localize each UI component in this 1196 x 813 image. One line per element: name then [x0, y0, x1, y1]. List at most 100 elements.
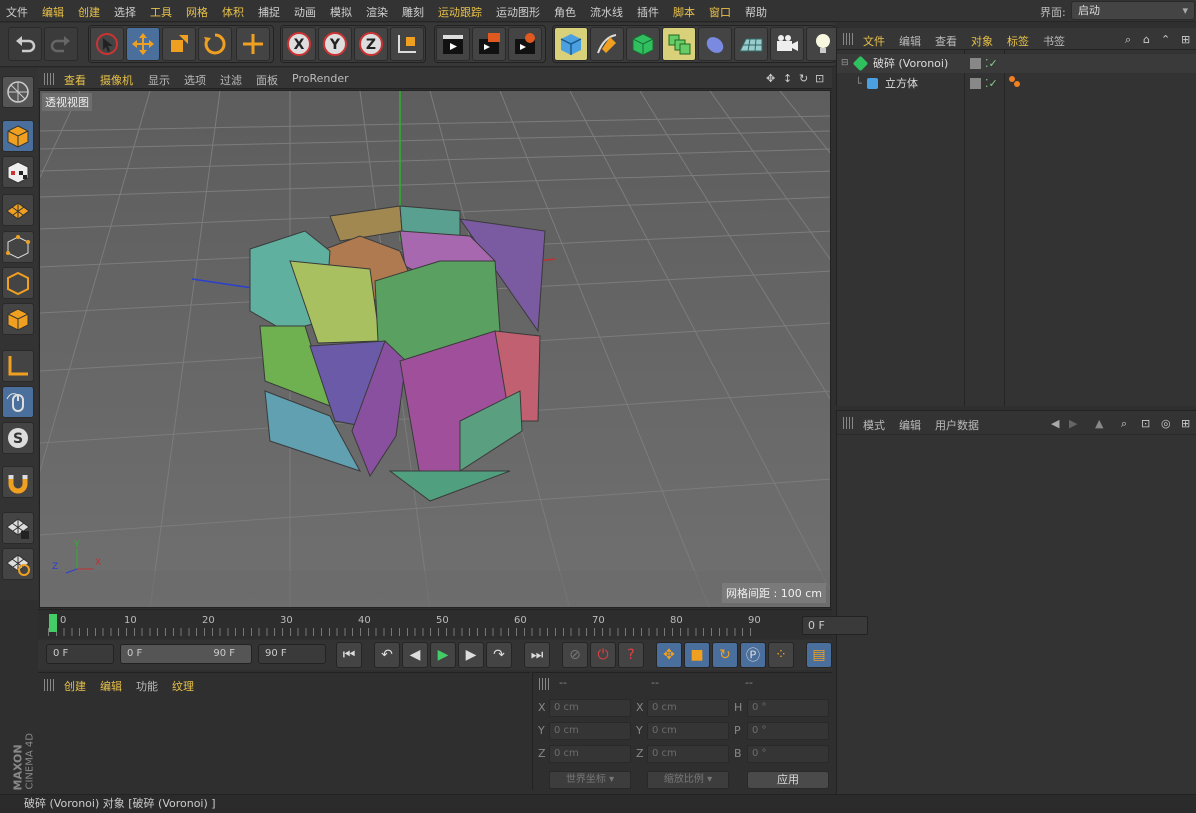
axis-mode-icon[interactable] [2, 350, 34, 382]
end-frame-field[interactable]: 90 F [258, 644, 326, 664]
workplane-align-icon[interactable] [2, 548, 34, 580]
render-picture-viewer-icon[interactable] [472, 27, 506, 61]
prev-key-icon[interactable]: ↶ [374, 642, 400, 668]
grip-icon[interactable] [539, 678, 549, 690]
vp-menu-display[interactable]: 显示 [148, 72, 170, 88]
undo-icon[interactable] [8, 27, 42, 61]
search-icon[interactable]: ⌕ [1121, 417, 1127, 431]
scale-mode-dropdown[interactable]: 缩放比例 ▾ [647, 771, 729, 789]
orbit-icon[interactable]: ↻ [799, 72, 808, 85]
obj-menu-view[interactable]: 查看 [935, 33, 957, 49]
workplane-lock-icon[interactable] [2, 512, 34, 544]
key-pla-icon[interactable]: ⁘ [768, 642, 794, 668]
range-slider[interactable]: 0 F 90 F [120, 644, 252, 664]
play-icon[interactable]: ▶ [430, 642, 456, 668]
transform-icon[interactable] [236, 27, 270, 61]
solo-icon[interactable]: S [2, 422, 34, 454]
obj-menu-objects[interactable]: 对象 [971, 33, 993, 49]
visibility-check-icon[interactable]: ⁚✓ [985, 74, 998, 93]
snap-icon[interactable] [2, 466, 34, 498]
obj-menu-bookmarks[interactable]: 书签 [1043, 33, 1065, 49]
search-icon[interactable]: ⌕ [1125, 33, 1131, 47]
menu-mograph[interactable]: 运动图形 [496, 4, 540, 20]
size-x-field[interactable]: 0 cm [647, 699, 729, 717]
record-disabled-icon[interactable]: ⊘ [562, 642, 588, 668]
object-row-voronoi[interactable]: ⊟ 破碎 (Voronoi) ⁚✓ [837, 54, 1196, 73]
rot-h-field[interactable]: 0 ° [747, 699, 829, 717]
zoom-icon[interactable]: ↕ [783, 72, 792, 85]
points-mode-icon[interactable] [2, 231, 34, 263]
home-icon[interactable]: ⌂ [1143, 33, 1150, 46]
menu-pipeline[interactable]: 流水线 [590, 4, 623, 20]
maximize-view-icon[interactable]: ⊡ [815, 72, 824, 85]
edges-mode-icon[interactable] [2, 267, 34, 299]
key-rotation-icon[interactable]: ↻ [712, 642, 738, 668]
menu-simulate[interactable]: 模拟 [330, 4, 352, 20]
vp-menu-options[interactable]: 选项 [184, 72, 206, 88]
collapse-icon[interactable]: ⊟ [841, 54, 849, 73]
grip-icon[interactable] [44, 73, 54, 85]
back-arrow-icon[interactable]: ◀ [1051, 417, 1059, 430]
visibility-check-icon[interactable]: ⁚✓ [985, 54, 998, 73]
camera-icon[interactable] [770, 27, 804, 61]
array-icon[interactable] [662, 27, 696, 61]
layer-icon[interactable] [970, 58, 981, 69]
mat-menu-create[interactable]: 创建 [64, 678, 86, 694]
apply-button[interactable]: 应用 [747, 771, 829, 789]
pos-z-field[interactable]: 0 cm [549, 745, 631, 763]
key-position-icon[interactable]: ✥ [656, 642, 682, 668]
obj-menu-edit[interactable]: 编辑 [899, 33, 921, 49]
pos-x-field[interactable]: 0 cm [549, 699, 631, 717]
grip-icon[interactable] [843, 33, 853, 45]
move-icon[interactable] [126, 27, 160, 61]
new-panel-icon[interactable]: ⊞ [1181, 417, 1190, 430]
mat-menu-function[interactable]: 功能 [136, 678, 158, 694]
tweak-mode-icon[interactable] [2, 386, 34, 418]
grip-icon[interactable] [44, 679, 54, 691]
menu-mesh[interactable]: 网格 [186, 4, 208, 20]
vp-menu-cameras[interactable]: 摄像机 [100, 72, 133, 88]
obj-menu-tags[interactable]: 标签 [1007, 33, 1029, 49]
object-row-cube[interactable]: └ 立方体 ⁚✓ [837, 74, 1196, 93]
model-mode-icon[interactable] [2, 120, 34, 152]
menu-sculpt[interactable]: 雕刻 [402, 4, 424, 20]
vp-menu-panel[interactable]: 面板 [256, 72, 278, 88]
menu-window[interactable]: 窗口 [709, 4, 731, 20]
playhead[interactable] [49, 614, 57, 632]
live-select-icon[interactable] [90, 27, 124, 61]
texture-mode-icon[interactable] [2, 156, 34, 188]
menu-character[interactable]: 角色 [554, 4, 576, 20]
next-key-icon[interactable]: ↷ [486, 642, 512, 668]
attr-menu-mode[interactable]: 模式 [863, 417, 885, 433]
world-coordinates-dropdown[interactable]: 世界坐标 ▾ [549, 771, 631, 789]
perspective-viewport[interactable]: Y X Z 透视视图 网格间距 : 100 cm [39, 90, 831, 608]
light-icon[interactable] [806, 27, 840, 61]
pen-spline-icon[interactable] [590, 27, 624, 61]
attr-menu-edit[interactable]: 编辑 [899, 417, 921, 433]
menu-snap[interactable]: 捕捉 [258, 4, 280, 20]
mat-menu-texture[interactable]: 纹理 [172, 678, 194, 694]
current-frame-field[interactable]: 0 F [802, 616, 868, 635]
object-name[interactable]: 立方体 [885, 74, 918, 93]
key-scale-icon[interactable]: ■ [684, 642, 710, 668]
up-arrow-icon[interactable]: ▲ [1095, 417, 1103, 430]
layout-dropdown[interactable]: 启动 ▾ [1071, 1, 1195, 20]
autokey-icon[interactable]: ⏻ [590, 642, 616, 668]
menu-file[interactable]: 文件 [6, 4, 28, 20]
tag-icon[interactable] [1014, 81, 1020, 87]
size-z-field[interactable]: 0 cm [647, 745, 729, 763]
timeline-window-icon[interactable]: ▤ [806, 642, 832, 668]
menu-create[interactable]: 创建 [78, 4, 100, 20]
vp-menu-view[interactable]: 查看 [64, 72, 86, 88]
menu-tools[interactable]: 工具 [150, 4, 172, 20]
floor-icon[interactable] [734, 27, 768, 61]
x-axis-icon[interactable]: X [282, 27, 316, 61]
prev-frame-icon[interactable]: ◀ [402, 642, 428, 668]
lock-icon[interactable]: ⊡ [1141, 417, 1150, 430]
deformer-icon[interactable] [698, 27, 732, 61]
new-panel-icon[interactable]: ⊞ [1181, 33, 1190, 46]
mat-menu-edit[interactable]: 编辑 [100, 678, 122, 694]
workplane-icon[interactable] [2, 194, 34, 226]
grip-icon[interactable] [843, 417, 853, 429]
menu-help[interactable]: 帮助 [745, 4, 767, 20]
